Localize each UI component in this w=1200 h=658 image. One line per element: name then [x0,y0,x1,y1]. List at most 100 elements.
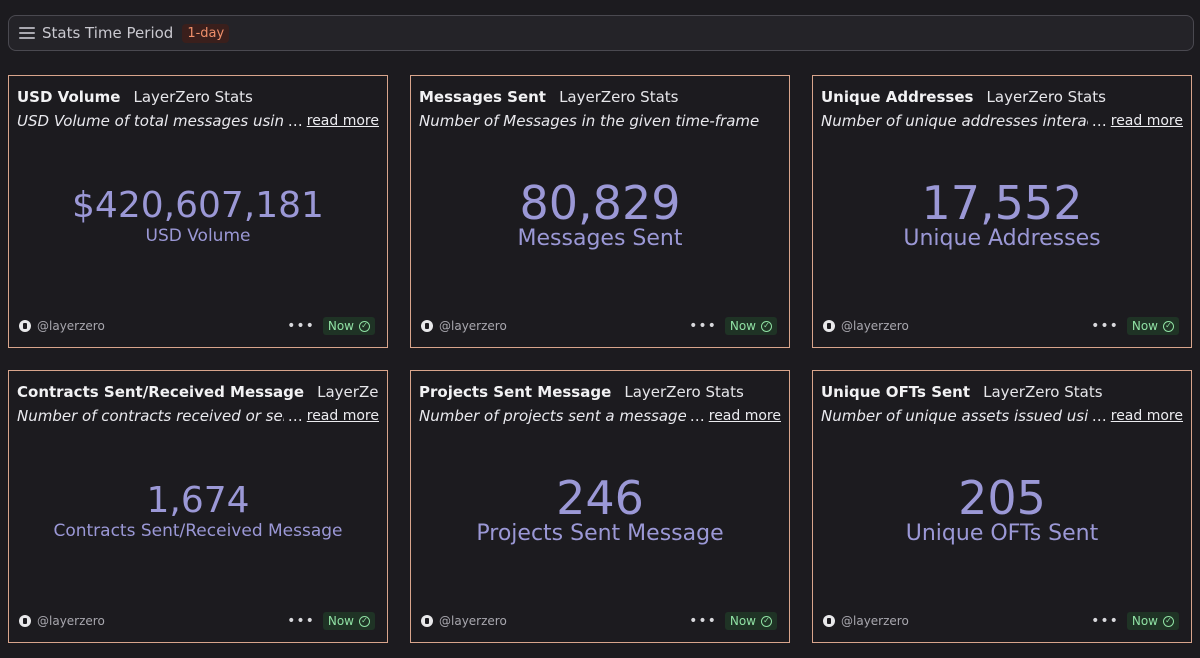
card-source: LayerZero Stats [624,383,744,401]
more-options-icon[interactable]: ••• [689,319,717,333]
ellipsis: … [689,407,705,425]
card-description-row: Number of projects sent a message in … r… [419,406,781,426]
card-description: Number of unique assets issued using [821,407,1088,425]
metric-label: Unique OFTs Sent [905,521,1099,546]
author-handle[interactable]: @layerzero [439,614,689,628]
read-more-link[interactable]: read more [307,113,379,129]
more-options-icon[interactable]: ••• [287,614,315,628]
card-description-row: USD Volume of total messages using La … … [17,111,379,131]
card-source: LayerZero Stat [317,383,379,401]
card-header: Unique OFTs Sent LayerZero Stats [821,382,1183,401]
more-options-icon[interactable]: ••• [287,319,315,333]
period-badge[interactable]: 1-day [182,23,230,43]
status-badge: Now ✓ [724,612,777,630]
status-text: Now [1131,319,1158,333]
card-title: Unique Addresses [821,88,974,106]
card-title: Contracts Sent/Received Message [17,383,305,401]
more-options-icon[interactable]: ••• [689,614,717,628]
check-circle-icon: ✓ [761,320,772,332]
card-header: USD Volume LayerZero Stats [17,87,379,106]
stat-card-unique-addresses: Unique Addresses LayerZero Stats Number … [812,75,1192,348]
metric: 205 Unique OFTs Sent [813,475,1191,546]
menu-icon[interactable] [19,27,35,39]
status-text: Now [1131,614,1158,628]
metric-value: 1,674 [146,480,250,521]
card-header: Projects Sent Message LayerZero Stats [419,382,781,401]
metric: 1,674 Contracts Sent/Received Message [9,483,387,541]
avatar[interactable] [19,320,31,332]
check-circle-icon: ✓ [1163,615,1174,627]
card-footer: @layerzero ••• Now ✓ [823,612,1179,630]
metric: 246 Projects Sent Message [411,475,789,546]
card-description-row: Number of contracts received or sent a …… [17,406,379,426]
metric-label: Projects Sent Message [476,521,724,546]
card-footer: @layerzero ••• Now ✓ [19,612,375,630]
read-more-link[interactable]: read more [307,408,379,424]
read-more-link[interactable]: read more [1111,408,1183,424]
card-header: Unique Addresses LayerZero Stats [821,87,1183,106]
status-text: Now [327,614,354,628]
card-footer: @layerzero ••• Now ✓ [19,317,375,335]
card-footer: @layerzero ••• Now ✓ [421,612,777,630]
check-circle-icon: ✓ [359,320,370,332]
metric-value: 205 [958,471,1046,525]
card-source: LayerZero Stats [559,88,679,106]
stats-time-period-bar[interactable]: Stats Time Period 1-day [8,15,1194,51]
metric-label: Contracts Sent/Received Message [53,521,343,541]
avatar[interactable] [19,615,31,627]
card-description: Number of projects sent a message in [419,407,686,425]
ellipsis: … [287,407,303,425]
stat-card-unique-ofts-sent: Unique OFTs Sent LayerZero Stats Number … [812,370,1192,643]
card-source: LayerZero Stats [983,383,1103,401]
author-handle[interactable]: @layerzero [37,614,287,628]
card-header: Contracts Sent/Received Message LayerZer… [17,382,379,401]
ellipsis: … [1091,112,1107,130]
card-title: Projects Sent Message [419,383,612,401]
status-text: Now [729,319,756,333]
card-description: Number of unique addresses interacte [821,112,1088,130]
metric: 17,552 Unique Addresses [813,180,1191,251]
card-description: USD Volume of total messages using La [17,112,284,130]
card-title: USD Volume [17,88,121,106]
author-handle[interactable]: @layerzero [37,319,287,333]
avatar[interactable] [421,615,433,627]
status-text: Now [327,319,354,333]
metric: $420,607,181 USD Volume [9,188,387,246]
card-description: Number of Messages in the given time-fra… [419,112,760,130]
read-more-link[interactable]: read more [709,408,781,424]
more-options-icon[interactable]: ••• [1091,614,1119,628]
stats-time-period-title: Stats Time Period [42,24,174,42]
avatar[interactable] [823,615,835,627]
card-description-row: Number of Messages in the given time-fra… [419,111,781,131]
read-more-link[interactable]: read more [1111,113,1183,129]
stat-card-projects-sent-message: Projects Sent Message LayerZero Stats Nu… [410,370,790,643]
metric-label: USD Volume [145,226,251,246]
card-description-row: Number of unique addresses interacte … r… [821,111,1183,131]
card-source: LayerZero Stats [986,88,1106,106]
metric-value: 17,552 [921,176,1083,230]
author-handle[interactable]: @layerzero [841,614,1091,628]
card-footer: @layerzero ••• Now ✓ [421,317,777,335]
card-description-row: Number of unique assets issued using … r… [821,406,1183,426]
author-handle[interactable]: @layerzero [841,319,1091,333]
avatar[interactable] [823,320,835,332]
metric-label: Unique Addresses [903,226,1101,251]
check-circle-icon: ✓ [1163,320,1174,332]
status-badge: Now ✓ [322,317,375,335]
avatar[interactable] [421,320,433,332]
status-badge: Now ✓ [724,317,777,335]
metric-value: 80,829 [519,176,681,230]
ellipsis: … [287,112,303,130]
stat-card-messages-sent: Messages Sent LayerZero Stats Number of … [410,75,790,348]
card-title: Messages Sent [419,88,546,106]
status-badge: Now ✓ [1126,317,1179,335]
status-badge: Now ✓ [1126,612,1179,630]
metric-value: $420,607,181 [72,185,324,226]
metric-label: Messages Sent [517,226,683,251]
card-footer: @layerzero ••• Now ✓ [823,317,1179,335]
check-circle-icon: ✓ [359,615,370,627]
author-handle[interactable]: @layerzero [439,319,689,333]
status-badge: Now ✓ [322,612,375,630]
more-options-icon[interactable]: ••• [1091,319,1119,333]
stat-card-usd-volume: USD Volume LayerZero Stats USD Volume of… [8,75,388,348]
